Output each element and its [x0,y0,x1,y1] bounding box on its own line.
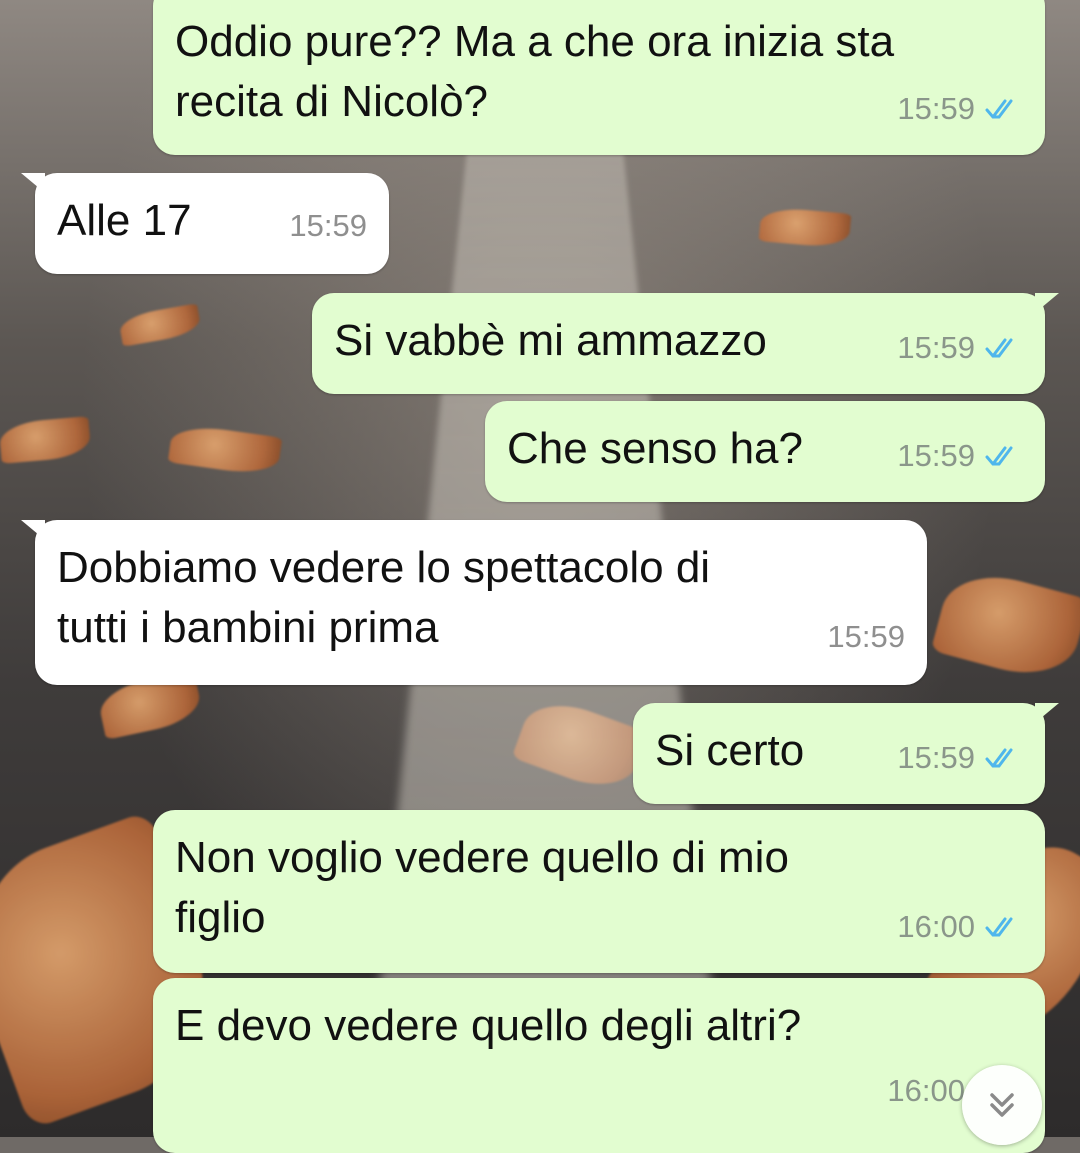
message-bubble-incoming[interactable]: Dobbiamo vedere lo spettacolo di tutti i… [21,520,927,685]
message-meta: 15:59 [897,426,1023,486]
message-meta: 15:59 [897,79,1023,139]
double-check-icon [985,917,1013,937]
message-bubble-outgoing[interactable]: Si certo 15:59 [633,703,1059,804]
message-list[interactable]: Oddio pure?? Ma a che ora inizia sta rec… [0,0,1080,1153]
message-bubble-outgoing[interactable]: Oddio pure?? Ma a che ora inizia sta rec… [153,0,1059,155]
chevron-double-down-icon [990,1093,1014,1117]
message-meta: 16:00 [887,1061,965,1121]
message-text: Dobbiamo vedere lo spettacolo di tutti i… [57,543,711,652]
message-time: 15:59 [897,330,975,365]
message-bubble-outgoing[interactable]: E devo vedere quello degli altri? 16:00 [153,978,1045,1153]
message-meta: 15:59 [827,607,905,667]
message-bubble-incoming[interactable]: Alle 17 15:59 [21,173,389,274]
message-time: 15:59 [827,619,905,654]
message-time: 16:00 [897,909,975,944]
message-meta: 15:59 [897,728,1023,788]
message-text: E devo vedere quello degli altri? [175,1001,802,1050]
message-time: 15:59 [289,208,367,243]
double-check-icon [985,748,1013,768]
message-time: 15:59 [897,91,975,126]
message-time: 15:59 [897,438,975,473]
message-time: 15:59 [897,740,975,775]
message-bubble-outgoing[interactable]: Che senso ha? 15:59 [485,401,1045,502]
double-check-icon [985,99,1013,119]
message-time: 16:00 [887,1073,965,1108]
message-meta: 16:00 [897,897,1023,957]
message-bubble-outgoing[interactable]: Si vabbè mi ammazzo 15:59 [312,293,1059,394]
message-bubble-outgoing[interactable]: Non voglio vedere quello di mio figlio 1… [153,810,1045,973]
message-meta: 15:59 [289,196,367,256]
message-meta: 15:59 [897,318,1023,378]
double-check-icon [985,338,1013,358]
double-check-icon [985,446,1013,466]
scroll-to-bottom-button[interactable] [962,1065,1042,1145]
